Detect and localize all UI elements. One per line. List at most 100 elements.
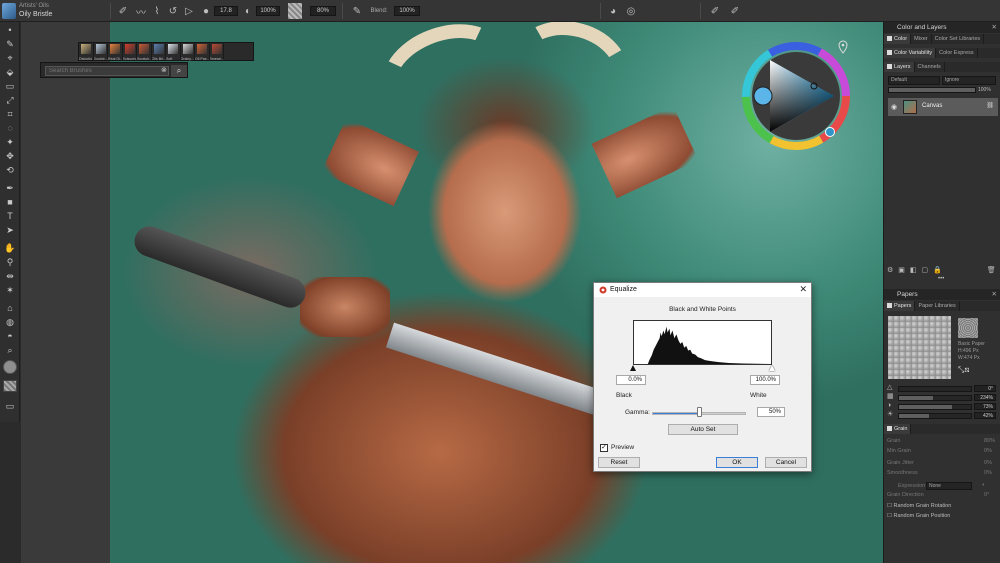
hue-picker[interactable]: [825, 127, 835, 137]
brush-selector-button[interactable]: Artists' Oils Oily Bristle: [2, 2, 106, 20]
straight-line-icon[interactable]: ⌇: [150, 3, 164, 19]
tab-color-variability[interactable]: Color Variability: [884, 48, 937, 58]
paper-angle-value[interactable]: 0°: [974, 385, 996, 392]
reset-button[interactable]: Reset: [598, 457, 640, 468]
stroke-type-icon[interactable]: ✐: [116, 3, 130, 19]
tab-color[interactable]: Color: [884, 34, 912, 44]
paper-contrast-value[interactable]: 73%: [974, 403, 996, 410]
brush-dab[interactable]: Soft: [166, 43, 181, 61]
layer-mask-icon[interactable]: ◧: [910, 266, 917, 276]
paper-invert-icon[interactable]: ⤡⧅: [958, 366, 970, 374]
magic-wand-icon[interactable]: ✦: [3, 136, 17, 148]
brush-tool-icon[interactable]: ✎: [3, 38, 17, 50]
black-point-handle[interactable]: [630, 365, 636, 371]
stroke-preview-icon[interactable]: ◎: [624, 3, 638, 19]
paper-scale-value[interactable]: 234%: [974, 394, 996, 401]
auto-set-button[interactable]: Auto Set: [668, 424, 738, 435]
white-point-input[interactable]: 100.0%: [750, 375, 780, 385]
random-grain-position-check[interactable]: ☐ Random Grain Position: [887, 512, 950, 520]
brush-dab[interactable]: Double...: [94, 43, 108, 61]
random-grain-rotation-check[interactable]: ☐ Random Grain Rotation: [887, 502, 951, 510]
delete-layer-icon[interactable]: 🗑: [987, 266, 996, 276]
paper-scale-slider[interactable]: [898, 395, 972, 401]
brush-dab[interactable]: Real Oi...: [108, 43, 123, 61]
color-panel-header[interactable]: Color and Layers ✕: [884, 22, 1000, 33]
pin-icon[interactable]: [838, 40, 848, 54]
close-icon[interactable]: ✕: [799, 284, 807, 295]
close-panel-icon[interactable]: ✕: [992, 289, 997, 300]
tab-channels[interactable]: Channels: [915, 62, 945, 72]
paper-brightness-slider[interactable]: [898, 413, 972, 419]
brush-options-icon[interactable]: ✐: [728, 3, 742, 19]
expression-select[interactable]: None: [926, 482, 972, 490]
composite-method-select[interactable]: Default: [888, 76, 940, 85]
rectangle-shape-icon[interactable]: ■: [3, 196, 17, 208]
paper-angle-slider[interactable]: [898, 386, 972, 392]
ignore-select[interactable]: Ignore: [942, 76, 996, 85]
close-panel-icon[interactable]: ✕: [992, 22, 997, 33]
blend-icon[interactable]: ◍: [3, 316, 17, 328]
brush-dab[interactable]: Oils Bri...: [152, 43, 166, 61]
zoom-icon[interactable]: ⌕: [3, 344, 17, 356]
brush-tracking-icon[interactable]: ✐: [708, 3, 722, 19]
transform-tool-icon[interactable]: ⤢: [3, 94, 17, 106]
main-color-chip[interactable]: [753, 86, 773, 106]
papers-panel-header[interactable]: Papers ✕: [884, 289, 1000, 300]
invert-icon[interactable]: ◐: [982, 481, 985, 489]
brush-dab[interactable]: Distortio: [79, 43, 94, 61]
grabber-icon[interactable]: ✋: [3, 242, 17, 254]
brush-dab[interactable]: Grainy...: [181, 43, 195, 61]
opacity-field[interactable]: 100%: [256, 6, 280, 16]
pen-tool-icon[interactable]: ✒: [3, 182, 17, 194]
lasso-tool-icon[interactable]: ◌: [3, 122, 17, 134]
dot-icon[interactable]: •: [3, 24, 17, 36]
eye-icon[interactable]: ◉: [891, 103, 897, 111]
tab-layers[interactable]: Layers: [884, 62, 915, 72]
panel-grip-icon[interactable]: •••: [938, 275, 944, 283]
brush-dab[interactable]: Smeari...: [210, 43, 224, 61]
burn-icon[interactable]: ◓: [3, 330, 17, 342]
tab-color-express[interactable]: Color Express: [936, 48, 978, 58]
brush-dab[interactable]: Oil Pas...: [195, 43, 210, 61]
ok-button[interactable]: OK: [716, 457, 758, 468]
main-color-swatch[interactable]: [3, 360, 17, 374]
dropper-tool-icon[interactable]: ⌖: [3, 52, 17, 64]
paper-library-thumb[interactable]: [958, 318, 978, 338]
freehand-icon[interactable]: 〰: [134, 3, 148, 19]
shape-select-icon[interactable]: ➤: [3, 224, 17, 236]
paper-brightness-value[interactable]: 42%: [974, 412, 996, 419]
dropper-icon[interactable]: ⚲: [3, 256, 17, 268]
kaleidoscope-icon[interactable]: ✶: [3, 284, 17, 296]
brush-search-input[interactable]: [45, 66, 169, 76]
layer-opacity-slider[interactable]: [888, 87, 976, 93]
tab-grain[interactable]: Grain: [884, 424, 912, 434]
clone-icon[interactable]: ⌂: [3, 302, 17, 314]
layer-row-canvas[interactable]: ◉ Canvas ⛓: [888, 98, 998, 116]
preview-checkbox[interactable]: ✓: [600, 444, 608, 452]
mirror-icon[interactable]: ⇹: [3, 270, 17, 282]
temporal-color-wheel[interactable]: [740, 40, 852, 152]
black-point-input[interactable]: 0.0%: [616, 375, 646, 385]
gamma-slider-thumb[interactable]: [697, 407, 702, 417]
paper-chip[interactable]: [3, 380, 17, 392]
search-icon[interactable]: ⌕: [171, 65, 187, 77]
text-tool-icon[interactable]: T: [3, 210, 17, 222]
paper-texture-preview[interactable]: [888, 316, 951, 379]
dialog-titlebar[interactable]: Equalize ✕: [594, 283, 811, 297]
blend-field[interactable]: 100%: [394, 6, 420, 16]
selection-adjust-icon[interactable]: ✥: [3, 150, 17, 162]
paper-contrast-slider[interactable]: [898, 404, 972, 410]
grain-field[interactable]: 80%: [310, 6, 336, 16]
tab-paper-libraries[interactable]: Paper Libraries: [915, 301, 960, 311]
fill-tool-icon[interactable]: ⬙: [3, 66, 17, 78]
crop-tool-icon[interactable]: ⌗: [3, 108, 17, 120]
size-field[interactable]: 17.8: [214, 6, 238, 16]
eraser-tool-icon[interactable]: ▭: [3, 80, 17, 92]
brush-dab[interactable]: Scissors...: [123, 43, 137, 61]
new-layer-icon[interactable]: ▢: [922, 266, 929, 276]
clear-search-icon[interactable]: ⊗: [161, 66, 167, 74]
rotate-icon[interactable]: ⟲: [3, 164, 17, 176]
play-stroke-icon[interactable]: ▷: [182, 3, 196, 19]
new-layer-group-icon[interactable]: ▣: [898, 266, 905, 276]
grabber-hand-icon[interactable]: ▭: [3, 400, 17, 412]
